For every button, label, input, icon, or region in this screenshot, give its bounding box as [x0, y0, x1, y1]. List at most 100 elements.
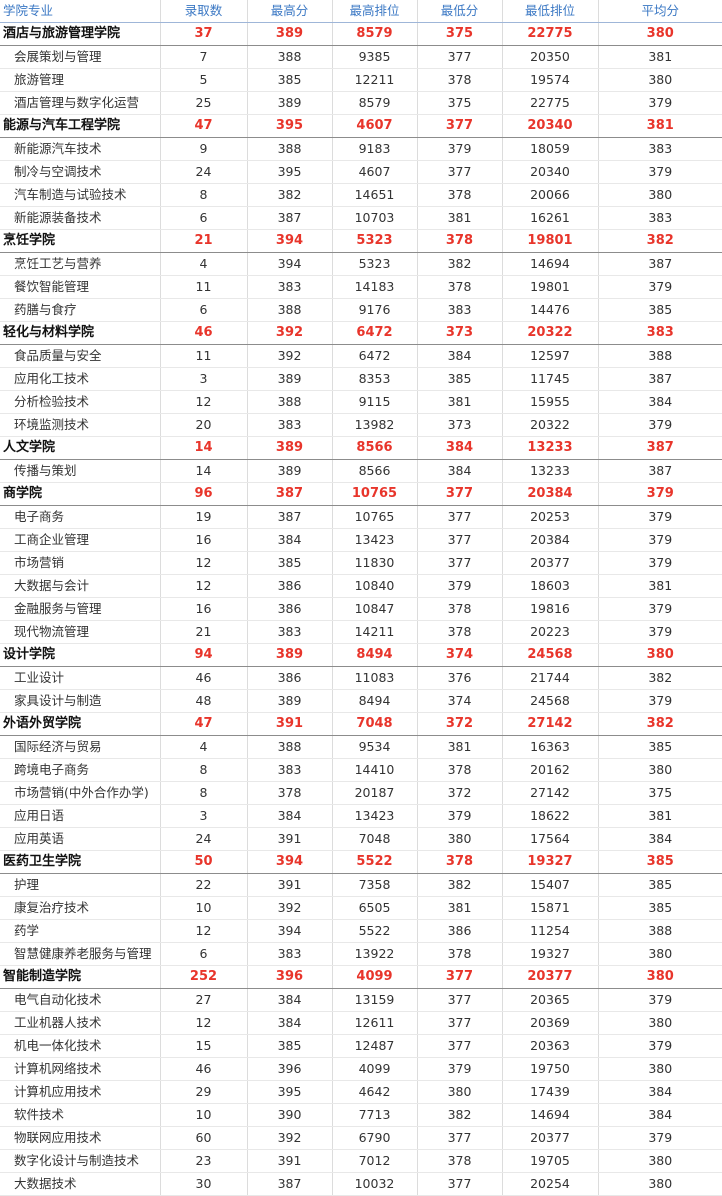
- major-highest-score: 389: [247, 91, 333, 115]
- major-lowest-score: 381: [417, 206, 503, 230]
- major-highest-rank: 12211: [332, 68, 418, 92]
- major-highest-score: 387: [247, 505, 333, 529]
- major-lowest-score: 382: [417, 252, 503, 276]
- major-lowest-rank: 15871: [502, 896, 599, 920]
- major-row: 大数据与会计 12 386 10840 379 18603 381: [0, 574, 722, 598]
- major-row: 大数据技术 30 387 10032 377 20254 380: [0, 1172, 722, 1196]
- college-average-score: 382: [598, 712, 722, 736]
- major-name: 大数据与会计: [0, 574, 161, 598]
- admission-score-table: 学院专业 录取数 最高分 最高排位 最低分 最低排位 平均分 酒店与旅游管理学院…: [0, 0, 722, 1196]
- college-highest-score: 392: [247, 321, 333, 345]
- major-highest-score: 387: [247, 206, 333, 230]
- major-highest-rank: 11083: [332, 666, 418, 690]
- major-lowest-rank: 20254: [502, 1172, 599, 1196]
- major-name: 软件技术: [0, 1103, 161, 1127]
- college-lowest-rank: 20322: [502, 321, 599, 345]
- major-average-score: 380: [598, 1149, 722, 1173]
- college-lowest-score: 384: [417, 436, 503, 460]
- major-name: 烹饪工艺与营养: [0, 252, 161, 276]
- major-highest-rank: 10032: [332, 1172, 418, 1196]
- major-highest-score: 391: [247, 1149, 333, 1173]
- major-average-score: 388: [598, 919, 722, 943]
- major-highest-rank: 7012: [332, 1149, 418, 1173]
- major-admitted-count: 29: [160, 1080, 248, 1104]
- major-name: 电气自动化技术: [0, 988, 161, 1012]
- major-lowest-rank: 20377: [502, 551, 599, 575]
- major-lowest-score: 372: [417, 781, 503, 805]
- major-name: 传播与策划: [0, 459, 161, 483]
- college-lowest-score: 377: [417, 114, 503, 138]
- major-name: 食品质量与安全: [0, 344, 161, 368]
- major-highest-rank: 14183: [332, 275, 418, 299]
- major-row: 现代物流管理 21 383 14211 378 20223 379: [0, 620, 722, 644]
- college-highest-rank: 4607: [332, 114, 418, 138]
- major-highest-rank: 9534: [332, 735, 418, 759]
- major-highest-score: 384: [247, 528, 333, 552]
- college-highest-rank: 7048: [332, 712, 418, 736]
- major-highest-rank: 5323: [332, 252, 418, 276]
- college-name: 烹饪学院: [0, 229, 161, 253]
- college-highest-rank: 8494: [332, 643, 418, 667]
- college-row: 人文学院 14 389 8566 384 13233 387: [0, 436, 722, 460]
- major-highest-score: 392: [247, 1126, 333, 1150]
- major-name: 旅游管理: [0, 68, 161, 92]
- college-average-score: 381: [598, 114, 722, 138]
- major-name: 国际经济与贸易: [0, 735, 161, 759]
- college-admitted-count: 37: [160, 22, 248, 46]
- major-name: 分析检验技术: [0, 390, 161, 414]
- major-highest-rank: 8494: [332, 689, 418, 713]
- major-average-score: 379: [598, 160, 722, 184]
- major-highest-rank: 13922: [332, 942, 418, 966]
- major-admitted-count: 12: [160, 1011, 248, 1035]
- college-name: 医药卫生学院: [0, 850, 161, 874]
- major-highest-rank: 4099: [332, 1057, 418, 1081]
- college-lowest-score: 374: [417, 643, 503, 667]
- major-admitted-count: 8: [160, 781, 248, 805]
- college-admitted-count: 21: [160, 229, 248, 253]
- major-row: 物联网应用技术 60 392 6790 377 20377 379: [0, 1126, 722, 1150]
- major-admitted-count: 5: [160, 68, 248, 92]
- header-admitted-count: 录取数: [160, 0, 248, 23]
- major-highest-rank: 4607: [332, 160, 418, 184]
- major-lowest-score: 385: [417, 367, 503, 391]
- major-highest-score: 386: [247, 574, 333, 598]
- major-highest-score: 396: [247, 1057, 333, 1081]
- major-name: 工业机器人技术: [0, 1011, 161, 1035]
- major-lowest-rank: 14694: [502, 1103, 599, 1127]
- college-name: 能源与汽车工程学院: [0, 114, 161, 138]
- major-lowest-rank: 18622: [502, 804, 599, 828]
- college-average-score: 387: [598, 436, 722, 460]
- major-name: 市场营销: [0, 551, 161, 575]
- major-highest-rank: 10703: [332, 206, 418, 230]
- major-highest-rank: 14211: [332, 620, 418, 644]
- college-admitted-count: 47: [160, 712, 248, 736]
- major-lowest-score: 377: [417, 1011, 503, 1035]
- major-lowest-score: 378: [417, 597, 503, 621]
- major-name: 大数据技术: [0, 1172, 161, 1196]
- major-highest-rank: 13423: [332, 804, 418, 828]
- major-highest-score: 394: [247, 252, 333, 276]
- major-row: 计算机应用技术 29 395 4642 380 17439 384: [0, 1080, 722, 1104]
- major-lowest-rank: 14476: [502, 298, 599, 322]
- major-admitted-count: 11: [160, 275, 248, 299]
- header-highest-score: 最高分: [247, 0, 333, 23]
- major-name: 物联网应用技术: [0, 1126, 161, 1150]
- major-lowest-rank: 20340: [502, 160, 599, 184]
- major-row: 应用化工技术 3 389 8353 385 11745 387: [0, 367, 722, 391]
- college-lowest-score: 378: [417, 850, 503, 874]
- college-highest-score: 396: [247, 965, 333, 989]
- major-highest-rank: 13423: [332, 528, 418, 552]
- major-average-score: 380: [598, 942, 722, 966]
- major-lowest-rank: 19705: [502, 1149, 599, 1173]
- major-lowest-rank: 19801: [502, 275, 599, 299]
- major-name: 家具设计与制造: [0, 689, 161, 713]
- major-average-score: 384: [598, 1080, 722, 1104]
- major-name: 会展策划与管理: [0, 45, 161, 69]
- college-lowest-score: 377: [417, 965, 503, 989]
- major-name: 新能源装备技术: [0, 206, 161, 230]
- major-average-score: 380: [598, 758, 722, 782]
- major-row: 工商企业管理 16 384 13423 377 20384 379: [0, 528, 722, 552]
- major-row: 酒店管理与数字化运营 25 389 8579 375 22775 379: [0, 91, 722, 115]
- major-lowest-score: 378: [417, 275, 503, 299]
- major-admitted-count: 11: [160, 344, 248, 368]
